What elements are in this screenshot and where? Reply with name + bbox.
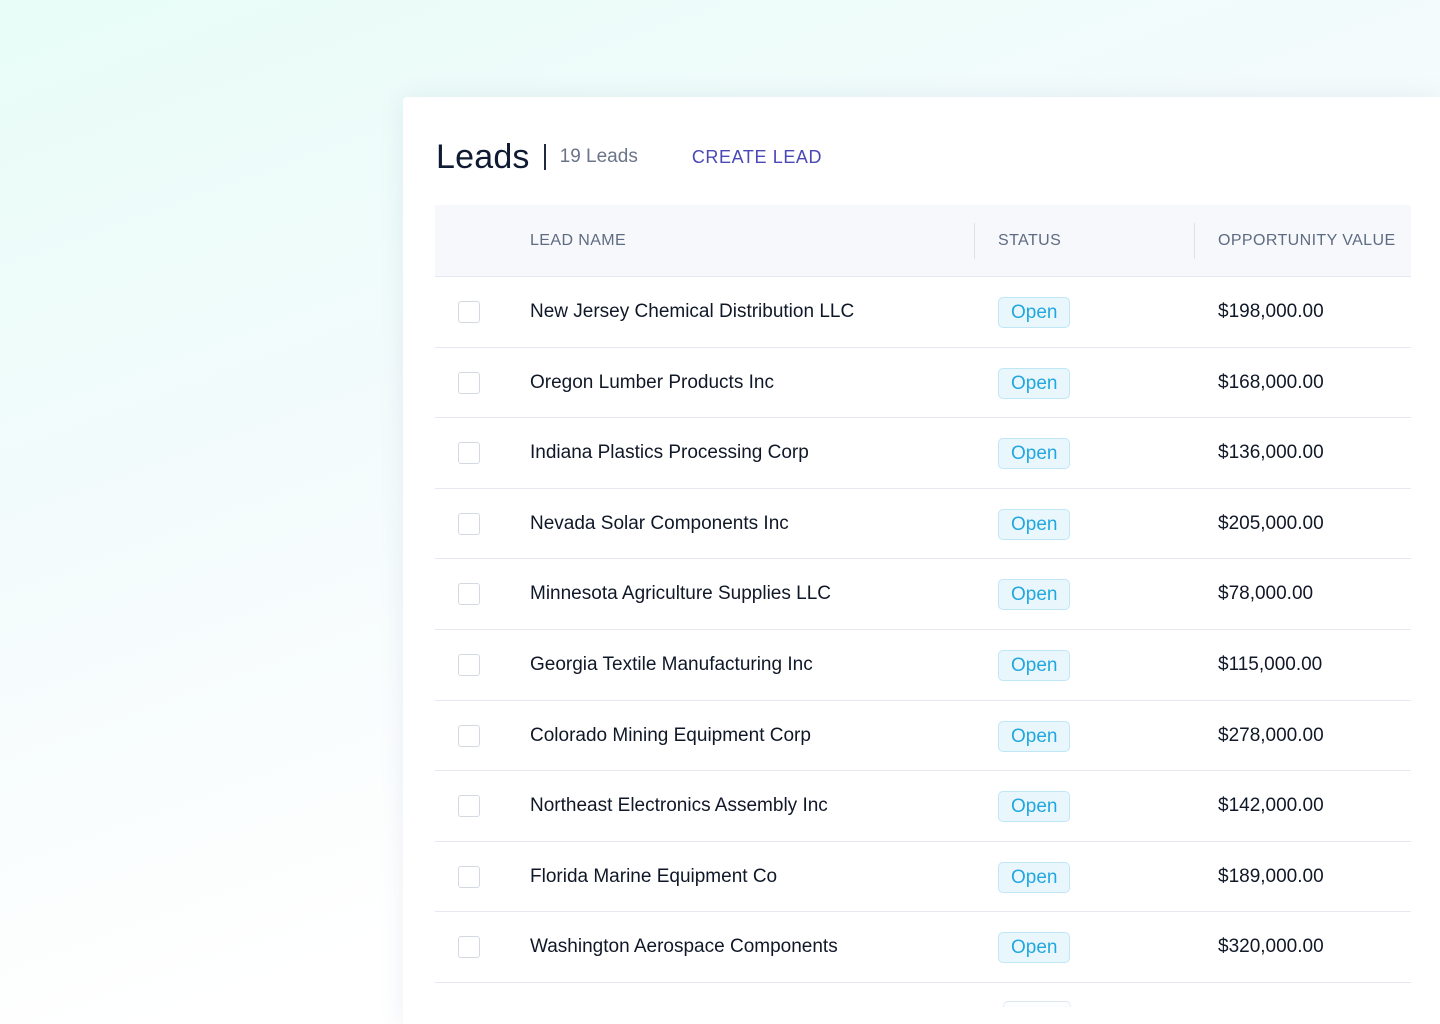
table-row[interactable]: Oregon Lumber Products Inc Open $168,000…: [435, 348, 1411, 419]
status-badge: Open: [998, 861, 1071, 893]
row-checkbox[interactable]: [458, 795, 480, 818]
column-header-opportunity-value[interactable]: OPPORTUNITY VALUE: [1218, 205, 1396, 277]
row-checkbox[interactable]: [458, 442, 480, 465]
row-checkbox[interactable]: [458, 512, 480, 535]
opportunity-value-cell: $189,000.00: [1218, 865, 1324, 887]
status-badge: Open: [998, 649, 1071, 681]
lead-name-cell[interactable]: Indiana Plastics Processing Corp: [530, 418, 809, 488]
lead-name-cell[interactable]: Colorado Mining Equipment Corp: [530, 701, 811, 771]
opportunity-value-cell: $115,000.00: [1218, 653, 1323, 675]
row-checkbox[interactable]: [458, 865, 480, 888]
status-badge: Open: [998, 438, 1071, 470]
opportunity-value-cell: $78,000.00: [1218, 583, 1314, 605]
status-badge: Open: [998, 367, 1071, 399]
lead-name-cell[interactable]: Minnesota Agriculture Supplies LLC: [530, 559, 831, 629]
status-badge: Open: [998, 791, 1071, 823]
opportunity-value-cell: $142,000.00: [1218, 795, 1324, 817]
lead-name-cell[interactable]: Nevada Solar Components Inc: [530, 489, 789, 559]
row-checkbox[interactable]: [458, 583, 480, 606]
table-row[interactable]: New Jersey Chemical Distribution LLC Ope…: [435, 277, 1411, 348]
status-badge: Open: [998, 508, 1071, 540]
lead-name-cell[interactable]: Florida Marine Equipment Co: [530, 842, 777, 912]
status-badge: Open: [998, 932, 1071, 964]
table-row[interactable]: Florida Marine Equipment Co Open $189,00…: [435, 842, 1411, 913]
lead-name-cell[interactable]: Georgia Textile Manufacturing Inc: [530, 630, 813, 700]
row-checkbox[interactable]: [458, 653, 480, 676]
row-checkbox[interactable]: [458, 724, 480, 747]
opportunity-value-cell: $205,000.00: [1218, 512, 1324, 534]
table-row[interactable]: Georgia Textile Manufacturing Inc Open $…: [435, 630, 1411, 701]
leads-header: Leads 19 Leads CREATE LEAD: [436, 135, 822, 179]
lead-name-cell[interactable]: Oregon Lumber Products Inc: [530, 348, 774, 418]
table-row[interactable]: Indiana Plastics Processing Corp Open $1…: [435, 418, 1411, 489]
table-row[interactable]: Washington Aerospace Components Open $32…: [435, 912, 1411, 983]
leads-panel: Leads 19 Leads CREATE LEAD LEAD NAME STA…: [403, 97, 1440, 1024]
row-checkbox[interactable]: [458, 936, 480, 959]
column-divider[interactable]: [974, 223, 975, 259]
column-header-status[interactable]: STATUS: [998, 205, 1061, 277]
page-title: Leads: [436, 137, 530, 176]
row-checkbox[interactable]: [458, 371, 480, 394]
opportunity-value-cell: $278,000.00: [1218, 724, 1324, 746]
opportunity-value-cell: $168,000.00: [1218, 371, 1324, 393]
create-lead-button[interactable]: CREATE LEAD: [692, 147, 822, 168]
row-checkbox[interactable]: [458, 301, 480, 323]
status-badge: Open: [998, 720, 1071, 752]
lead-name-cell[interactable]: New Jersey Chemical Distribution LLC: [530, 277, 854, 347]
next-row-status-badge-edge: [1003, 1001, 1071, 1007]
table-row[interactable]: Nevada Solar Components Inc Open $205,00…: [435, 489, 1411, 560]
title-divider: [543, 144, 546, 170]
status-badge: Open: [998, 579, 1071, 611]
status-badge: Open: [998, 297, 1071, 328]
column-divider[interactable]: [1194, 223, 1195, 259]
opportunity-value-cell: $320,000.00: [1218, 936, 1324, 958]
opportunity-value-cell: $198,000.00: [1218, 301, 1324, 322]
table-row[interactable]: Northeast Electronics Assembly Inc Open …: [435, 771, 1411, 842]
table-row[interactable]: Minnesota Agriculture Supplies LLC Open …: [435, 559, 1411, 630]
column-header-lead-name[interactable]: LEAD NAME: [530, 205, 626, 277]
opportunity-value-cell: $136,000.00: [1218, 442, 1324, 464]
leads-table: LEAD NAME STATUS OPPORTUNITY VALUE New J…: [435, 205, 1411, 983]
table-header: LEAD NAME STATUS OPPORTUNITY VALUE: [435, 205, 1411, 277]
lead-name-cell[interactable]: Northeast Electronics Assembly Inc: [530, 771, 828, 841]
lead-name-cell[interactable]: Washington Aerospace Components: [530, 912, 838, 982]
lead-count: 19 Leads: [559, 146, 638, 167]
table-row[interactable]: Colorado Mining Equipment Corp Open $278…: [435, 701, 1411, 772]
